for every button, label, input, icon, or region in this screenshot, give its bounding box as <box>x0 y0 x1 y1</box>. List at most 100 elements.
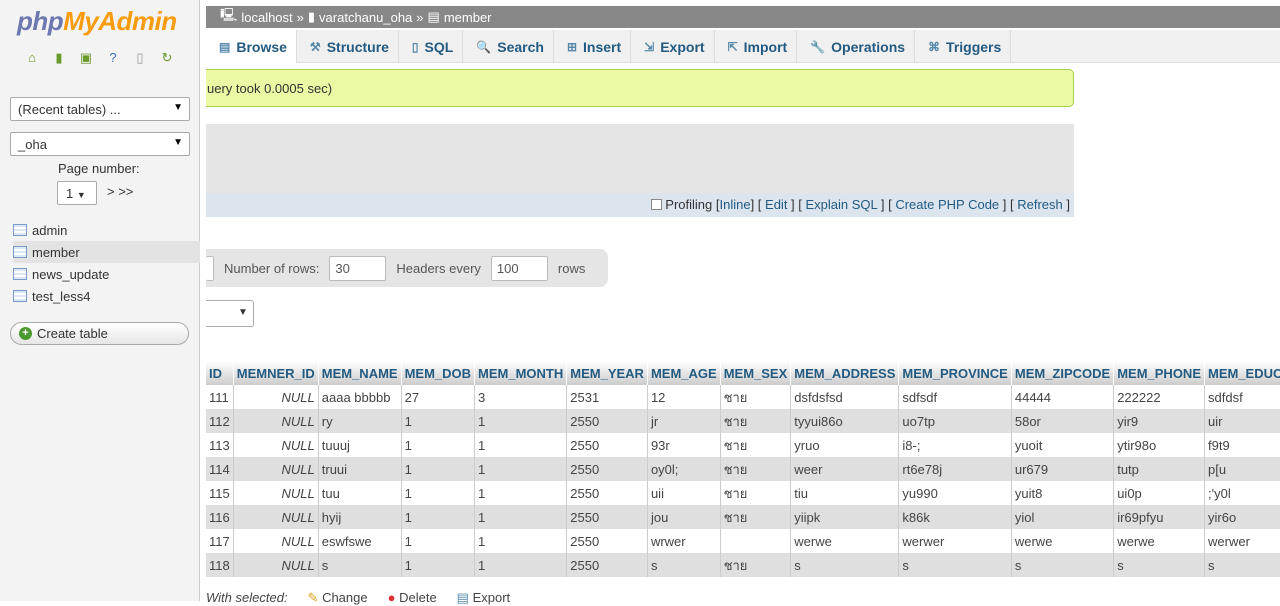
table-cell[interactable]: 2550 <box>567 457 648 481</box>
table-cell[interactable]: 93r <box>647 433 720 457</box>
tab-operations[interactable]: 🔧Operations <box>797 30 915 63</box>
table-cell[interactable]: uo7tp <box>899 409 1011 433</box>
explain-sql-link[interactable]: Explain SQL <box>806 197 878 212</box>
table-cell[interactable]: 112 <box>206 409 233 433</box>
table-cell[interactable]: ir69pfyu <box>1114 505 1205 529</box>
table-cell[interactable]: ชาย <box>720 409 791 433</box>
table-item-member[interactable]: member <box>13 241 200 263</box>
column-header-mem-province[interactable]: MEM_PROVINCE <box>899 361 1011 385</box>
table-item-admin[interactable]: admin <box>13 219 200 241</box>
table-cell[interactable]: 1 <box>475 529 567 553</box>
table-cell[interactable]: 12 <box>647 385 720 409</box>
table-item-test-less4[interactable]: test_less4 <box>13 285 200 307</box>
profiling-checkbox[interactable] <box>651 199 662 210</box>
table-item-news-update[interactable]: news_update <box>13 263 200 285</box>
table-cell[interactable]: truui <box>318 457 401 481</box>
table-cell[interactable]: NULL <box>233 409 318 433</box>
table-cell[interactable]: 113 <box>206 433 233 457</box>
table-cell[interactable]: NULL <box>233 385 318 409</box>
table-cell[interactable]: ytir98o <box>1114 433 1205 457</box>
table-cell[interactable]: ชาย <box>720 457 791 481</box>
table-cell[interactable]: werwer <box>1205 529 1280 553</box>
table-cell[interactable]: 2550 <box>567 529 648 553</box>
documentation-icon[interactable]: ▯ <box>132 50 148 66</box>
table-cell[interactable]: jou <box>647 505 720 529</box>
table-cell[interactable]: tuuuj <box>318 433 401 457</box>
table-cell[interactable]: eswfswe <box>318 529 401 553</box>
table-cell[interactable]: 1 <box>401 481 474 505</box>
table-cell[interactable]: 1 <box>475 505 567 529</box>
table-cell[interactable]: 2550 <box>567 433 648 457</box>
breadcrumb-server[interactable]: localhost <box>241 10 292 25</box>
table-cell[interactable]: 117 <box>206 529 233 553</box>
table-cell[interactable]: rt6e78j <box>899 457 1011 481</box>
page-next-links[interactable]: > >> <box>107 184 133 199</box>
table-cell[interactable]: NULL <box>233 529 318 553</box>
refresh-link[interactable]: Refresh <box>1017 197 1063 212</box>
table-cell[interactable]: tyyui86o <box>791 409 899 433</box>
table-cell[interactable]: 2550 <box>567 409 648 433</box>
table-cell[interactable]: ui0p <box>1114 481 1205 505</box>
create-php-code-link[interactable]: Create PHP Code <box>895 197 999 212</box>
table-cell[interactable]: 58or <box>1011 409 1113 433</box>
table-cell[interactable]: ชาย <box>720 505 791 529</box>
table-cell[interactable]: NULL <box>233 553 318 577</box>
table-cell[interactable]: weer <box>791 457 899 481</box>
table-cell[interactable]: yir6o <box>1205 505 1280 529</box>
table-cell[interactable]: werwe <box>1114 529 1205 553</box>
start-row-input[interactable] <box>206 256 214 281</box>
table-cell[interactable]: s <box>1205 553 1280 577</box>
table-cell[interactable]: yir9 <box>1114 409 1205 433</box>
table-cell[interactable]: 116 <box>206 505 233 529</box>
table-cell[interactable]: yuit8 <box>1011 481 1113 505</box>
tab-insert[interactable]: ⊞Insert <box>554 30 631 63</box>
table-cell[interactable]: 1 <box>475 409 567 433</box>
table-cell[interactable]: i8-; <box>899 433 1011 457</box>
export-button[interactable]: ▤ Export <box>457 590 511 606</box>
table-cell[interactable]: oy0l; <box>647 457 720 481</box>
headers-every-input[interactable]: 100 <box>491 256 548 281</box>
table-cell[interactable]: 1 <box>475 457 567 481</box>
table-cell[interactable]: ry <box>318 409 401 433</box>
table-cell[interactable]: werwe <box>791 529 899 553</box>
tab-browse[interactable]: ▤Browse <box>206 30 297 63</box>
phpmyadmin-logo[interactable]: phpMyAdmin <box>17 6 177 37</box>
table-cell[interactable]: 2550 <box>567 553 648 577</box>
page-number-select[interactable]: 1 ▼ <box>57 181 97 205</box>
reload-icon[interactable]: ↻ <box>159 50 175 66</box>
table-cell[interactable]: sdfdsf <box>1205 385 1280 409</box>
change-button[interactable]: ✎ Change <box>308 590 368 606</box>
table-cell[interactable]: 1 <box>475 553 567 577</box>
column-header-mem-sex[interactable]: MEM_SEX <box>720 361 791 385</box>
table-cell[interactable]: 111 <box>206 385 233 409</box>
number-of-rows-input[interactable]: 30 <box>329 256 386 281</box>
column-header-id[interactable]: ID <box>206 361 233 385</box>
table-cell[interactable]: 1 <box>401 433 474 457</box>
sort-by-key-select[interactable]: ▼ <box>206 300 254 327</box>
table-cell[interactable]: NULL <box>233 433 318 457</box>
query-window-icon[interactable]: ▣ <box>78 50 94 66</box>
table-cell[interactable]: tuu <box>318 481 401 505</box>
table-cell[interactable]: 1 <box>401 457 474 481</box>
table-cell[interactable]: yu990 <box>899 481 1011 505</box>
tab-search[interactable]: 🔍Search <box>463 30 554 63</box>
column-header-mem-name[interactable]: MEM_NAME <box>318 361 401 385</box>
tab-sql[interactable]: ▯SQL <box>399 30 463 63</box>
table-cell[interactable]: 1 <box>401 553 474 577</box>
create-table-button[interactable]: +Create table <box>10 322 189 345</box>
column-header-mem-zipcode[interactable]: MEM_ZIPCODE <box>1011 361 1113 385</box>
table-cell[interactable]: s <box>791 553 899 577</box>
column-header-mem-educa[interactable]: MEM_EDUCA <box>1205 361 1280 385</box>
edit-link[interactable]: Edit <box>765 197 787 212</box>
table-cell[interactable]: 118 <box>206 553 233 577</box>
table-cell[interactable]: 115 <box>206 481 233 505</box>
table-cell[interactable]: 2531 <box>567 385 648 409</box>
table-cell[interactable]: k86k <box>899 505 1011 529</box>
table-cell[interactable]: werwe <box>1011 529 1113 553</box>
table-cell[interactable]: 2550 <box>567 481 648 505</box>
column-header-mem-month[interactable]: MEM_MONTH <box>475 361 567 385</box>
breadcrumb-table[interactable]: member <box>444 10 492 25</box>
home-icon[interactable]: ⌂ <box>24 50 40 66</box>
column-header-mem-address[interactable]: MEM_ADDRESS <box>791 361 899 385</box>
table-cell[interactable]: NULL <box>233 457 318 481</box>
